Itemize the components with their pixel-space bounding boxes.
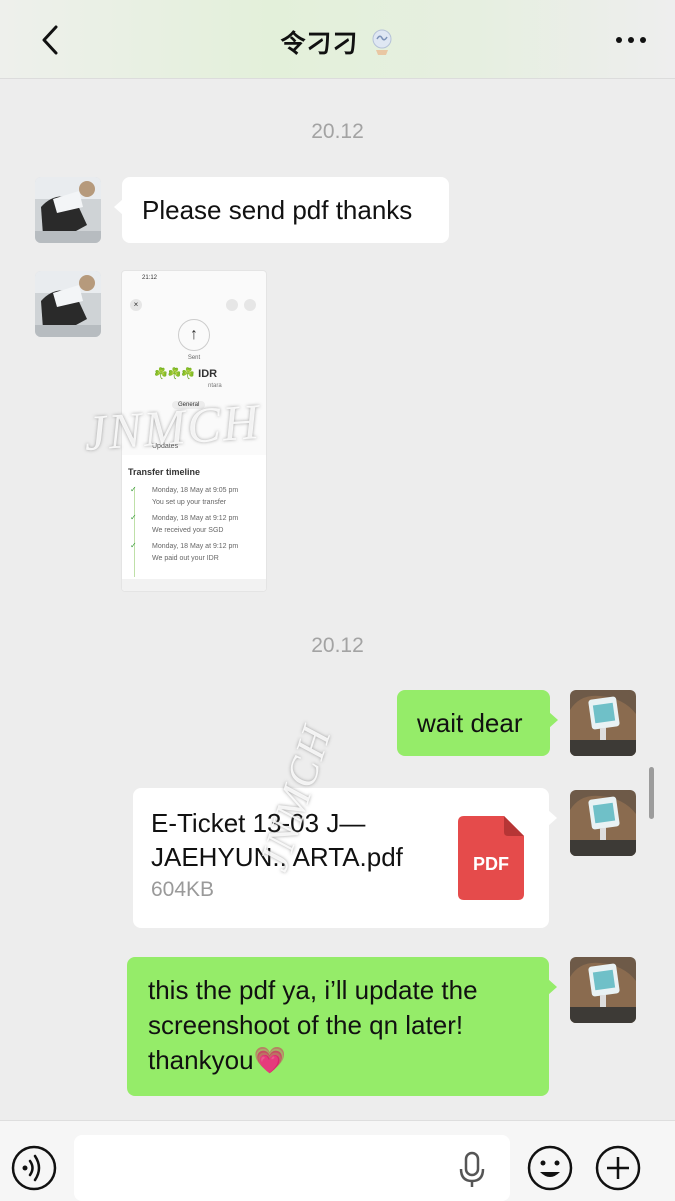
thumb-sent-label: Sent	[187, 355, 201, 361]
chat-title[interactable]: 令刁刁	[0, 24, 675, 60]
thumb-timeline-date: Monday, 18 May at 9:05 pm	[152, 487, 239, 494]
crystal-ball-emoji-icon	[372, 29, 392, 55]
more-icon[interactable]	[613, 30, 649, 50]
outgoing-message-bubble[interactable]: wait dear	[397, 690, 558, 756]
mic-icon[interactable]	[458, 1150, 486, 1190]
message-input[interactable]	[74, 1135, 510, 1201]
thumb-timeline-text: You set up your transfer	[152, 499, 227, 506]
emoji-icon[interactable]	[526, 1144, 574, 1192]
scrollbar-thumb[interactable]	[649, 767, 654, 819]
contact-avatar[interactable]	[35, 271, 101, 337]
message-text: wait dear	[417, 708, 523, 738]
thumb-more-icon	[244, 299, 256, 311]
my-avatar[interactable]	[570, 690, 636, 756]
file-size: 604KB	[151, 878, 215, 901]
message-timestamp: 20.12	[311, 634, 364, 657]
voice-icon[interactable]	[10, 1144, 58, 1192]
thumb-amount: ☘️☘️☘️ IDR	[154, 368, 218, 380]
message-text: Please send pdf thanks	[142, 195, 413, 225]
thumb-status-time: 21:12	[142, 275, 158, 281]
pdf-file-icon: PDF	[458, 816, 524, 900]
pdf-type-label: PDF	[473, 854, 509, 874]
incoming-message-bubble[interactable]: Please send pdf thanks	[114, 177, 449, 243]
thumb-recipient: ntara	[208, 383, 222, 389]
outgoing-message-bubble[interactable]: this the pdf ya, i’ll update the screens…	[127, 957, 557, 1096]
chat-title-text: 令刁刁	[280, 30, 359, 58]
thumb-nav-bar	[122, 579, 266, 591]
plus-icon[interactable]	[594, 1144, 642, 1192]
thumb-close-icon: ×	[130, 299, 142, 311]
thumb-timeline-text: We paid out your IDR	[152, 555, 219, 562]
contact-avatar[interactable]	[35, 177, 101, 243]
thumb-timeline-title: Transfer timeline	[128, 467, 201, 477]
thumb-timeline-date: Monday, 18 May at 9:12 pm	[152, 543, 239, 550]
watermark-text: JNMCH	[82, 392, 263, 462]
my-avatar[interactable]	[570, 790, 636, 856]
thumb-timeline-text: We received your SGD	[152, 527, 224, 534]
message-timestamp: 20.12	[311, 120, 364, 143]
thumb-sent-arrow-icon: ↑	[178, 319, 210, 351]
file-message-card[interactable]: E-Ticket 13-03 J— JAEHYUN.. ARTA.pdf 604…	[133, 788, 557, 928]
chat-header: 令刁刁	[0, 0, 675, 79]
thumb-timeline-date: Monday, 18 May at 9:12 pm	[152, 515, 239, 522]
thumb-help-icon	[226, 299, 238, 311]
message-text: this the pdf ya, i’ll update the screens…	[148, 975, 478, 1075]
my-avatar[interactable]	[570, 957, 636, 1023]
